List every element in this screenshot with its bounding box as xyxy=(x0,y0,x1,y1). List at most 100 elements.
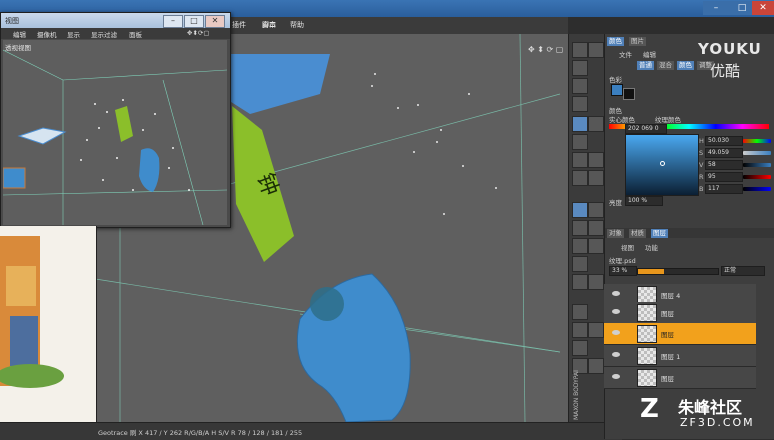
opacity-field[interactable]: 33 % xyxy=(609,266,637,276)
mode-blend[interactable]: 混合 xyxy=(657,61,674,70)
fw-menu-edit[interactable]: 编辑 xyxy=(13,29,26,39)
menu-window[interactable]: 窗口 xyxy=(262,20,276,30)
tool-eraser-icon[interactable] xyxy=(572,152,588,168)
close-button[interactable]: ✕ xyxy=(752,1,774,15)
floating-view-window[interactable]: 视图 – □ ✕ 编辑 摄像机 显示 显示过滤 面板 ✥⬍⟳▢ 透视视图 xyxy=(0,12,231,228)
floating-window-title-bar[interactable]: 视图 – □ ✕ xyxy=(1,13,230,28)
tool-clone-icon[interactable] xyxy=(588,152,604,168)
floating-window-title: 视图 xyxy=(5,17,19,25)
texture-filename: 纹理.psd xyxy=(609,257,636,265)
tool-scale-icon[interactable] xyxy=(588,42,604,58)
float-minimize-button[interactable]: – xyxy=(163,15,183,28)
eye-icon[interactable] xyxy=(612,291,620,296)
floating-viewport[interactable]: 透视视图 xyxy=(3,40,227,225)
hex-field[interactable]: 202 069 0 xyxy=(625,124,667,134)
tool-square-icon[interactable] xyxy=(588,274,604,290)
r-slider[interactable] xyxy=(743,175,771,179)
s-slider[interactable] xyxy=(743,151,771,155)
tool-gradient-icon[interactable] xyxy=(588,170,604,186)
tool-paint-icon[interactable] xyxy=(572,202,588,218)
menu-plugins[interactable]: 插件 xyxy=(232,20,246,30)
layer-name: 图层 4 xyxy=(661,292,681,300)
reference-house-image xyxy=(0,236,64,388)
zhufeng-url: ZF3D.COM xyxy=(680,416,755,429)
tool-star-icon[interactable] xyxy=(588,238,604,254)
v-slider[interactable] xyxy=(743,163,771,167)
floating-window-menu: 编辑 摄像机 显示 显示过滤 面板 ✥⬍⟳▢ xyxy=(1,28,230,39)
v-field[interactable]: 58 xyxy=(705,160,743,170)
layer-name: 图层 xyxy=(661,310,674,318)
tab-layers[interactable]: 图层 xyxy=(651,229,668,238)
tool-lock-icon[interactable] xyxy=(588,358,604,374)
h-slider[interactable] xyxy=(743,139,771,143)
mode-normal[interactable]: 普通 xyxy=(637,61,654,70)
fw-menu-filter[interactable]: 显示过滤 xyxy=(91,29,117,39)
fw-nav-icons[interactable]: ✥⬍⟳▢ xyxy=(187,29,209,37)
viewport-nav-icons[interactable]: ✥ ⬍ ⟳ ▢ xyxy=(528,45,563,54)
tool-smudge-icon[interactable] xyxy=(572,134,588,150)
tab-picture[interactable]: 图片 xyxy=(629,37,646,46)
layer-menu-view[interactable]: 视图 xyxy=(621,242,634,252)
eye-icon[interactable] xyxy=(612,330,620,335)
float-close-button[interactable]: ✕ xyxy=(205,15,225,28)
layer-row[interactable]: 图层 1 xyxy=(604,345,756,367)
tool-fill-icon[interactable] xyxy=(572,170,588,186)
tool-mesh-icon[interactable] xyxy=(572,304,588,320)
blend-mode-select[interactable]: 正常 xyxy=(721,266,765,276)
tool-brush-icon[interactable] xyxy=(572,116,588,132)
tool-uv-icon[interactable] xyxy=(572,322,588,338)
tool-dodge-icon[interactable] xyxy=(572,220,588,236)
tool-pencil-icon[interactable] xyxy=(588,116,604,132)
eye-icon[interactable] xyxy=(612,374,620,379)
radio-texture-color[interactable]: 纹理颜色 xyxy=(655,114,681,124)
tool-palette: MAXON BODYPAINT 3D xyxy=(568,34,605,422)
fw-menu-panel[interactable]: 面板 xyxy=(129,29,142,39)
tool-grid-icon[interactable] xyxy=(572,274,588,290)
tool-rotate-icon[interactable] xyxy=(572,60,588,76)
s-field[interactable]: 49.059 xyxy=(705,148,743,158)
eye-icon[interactable] xyxy=(612,309,620,314)
layer-name: 图层 1 xyxy=(661,353,681,361)
tab-materials[interactable]: 材质 xyxy=(629,229,646,238)
layer-row[interactable]: 图层 xyxy=(604,367,756,389)
menu-file[interactable]: 文件 xyxy=(619,49,632,59)
layer-thumbnail xyxy=(637,369,657,387)
picker-cursor[interactable] xyxy=(660,161,665,166)
reference-image-panel xyxy=(0,226,97,422)
b-field[interactable]: 117 xyxy=(705,184,743,194)
fw-menu-display[interactable]: 显示 xyxy=(67,29,80,39)
menu-edit[interactable]: 编辑 xyxy=(643,49,656,59)
tool-uvedge-icon[interactable] xyxy=(588,322,604,338)
tab-color[interactable]: 颜色 xyxy=(607,37,624,46)
layer-row-selected[interactable]: 图层 xyxy=(604,323,756,345)
tool-globe-icon[interactable] xyxy=(572,256,588,272)
minimize-button[interactable]: – xyxy=(703,1,729,15)
tool-move-icon[interactable] xyxy=(572,42,588,58)
tool-uvpoly-icon[interactable] xyxy=(572,340,588,356)
layer-menu-function[interactable]: 功能 xyxy=(645,242,658,252)
b-slider[interactable] xyxy=(743,187,771,191)
color-picker-square[interactable] xyxy=(625,134,699,196)
opacity-fill xyxy=(638,269,665,274)
layer-row[interactable]: 图层 xyxy=(604,302,756,324)
float-maximize-button[interactable]: □ xyxy=(184,15,204,28)
r-field[interactable]: 95 xyxy=(705,172,743,182)
opacity-slider[interactable] xyxy=(637,268,719,275)
tool-circle-icon[interactable] xyxy=(572,96,588,112)
viewport-label: 透视视图 xyxy=(5,44,31,52)
tool-select-icon[interactable] xyxy=(572,78,588,94)
foreground-swatch[interactable] xyxy=(611,84,623,96)
tab-objects[interactable]: 对象 xyxy=(607,229,624,238)
tool-airbrush-icon[interactable] xyxy=(588,202,604,218)
brush-cursor xyxy=(310,287,344,321)
h-field[interactable]: 50.030 xyxy=(705,136,743,146)
mode-color[interactable]: 颜色 xyxy=(677,61,694,70)
eye-icon[interactable] xyxy=(612,352,620,357)
radio-solid-color[interactable]: 实心颜色 xyxy=(609,114,635,124)
brightness-field[interactable]: 100 % xyxy=(625,196,663,206)
menu-help[interactable]: 帮助 xyxy=(290,20,304,30)
tool-burn-icon[interactable] xyxy=(588,220,604,236)
tool-text-icon[interactable] xyxy=(572,238,588,254)
background-swatch[interactable] xyxy=(623,88,635,100)
fw-menu-camera[interactable]: 摄像机 xyxy=(37,29,57,39)
